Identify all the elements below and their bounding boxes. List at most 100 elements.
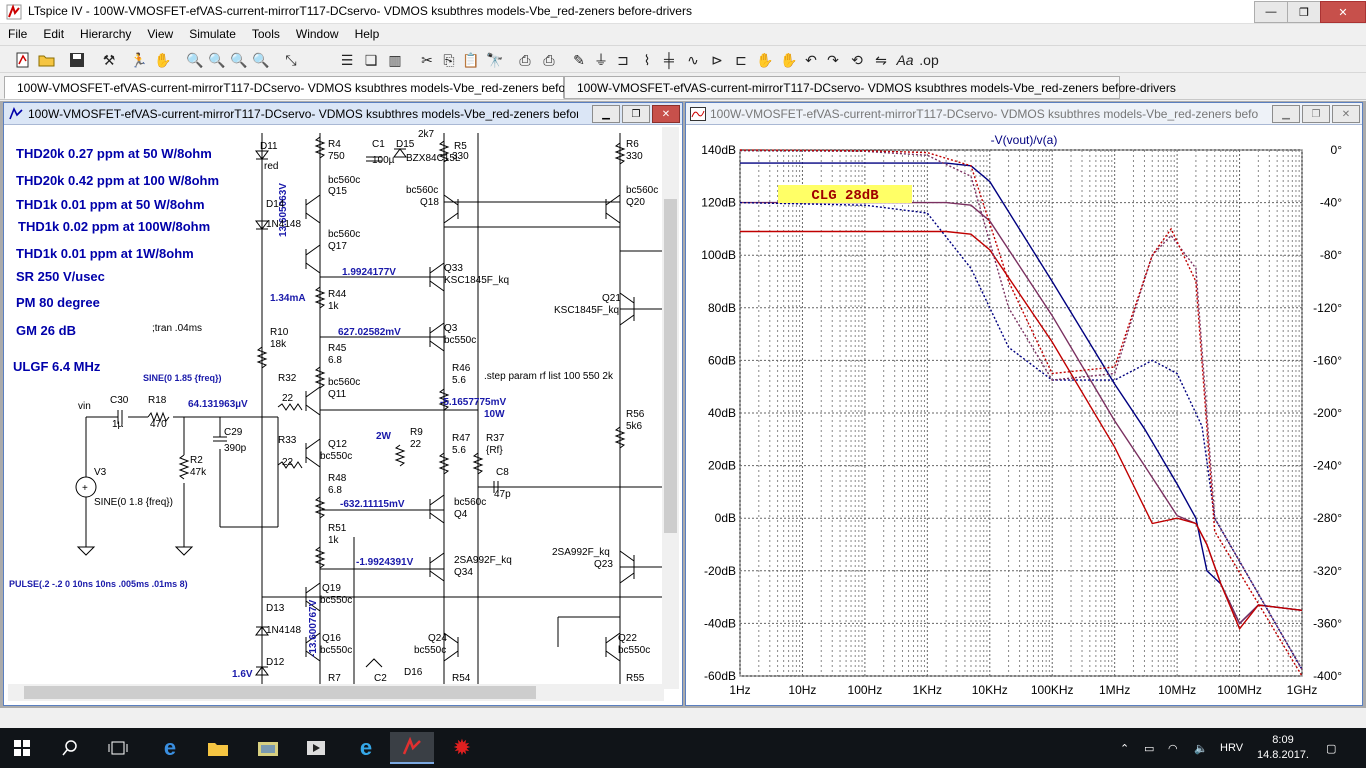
component-label[interactable]: R6 bbox=[626, 139, 639, 150]
edge-browser-icon[interactable]: e bbox=[148, 732, 192, 764]
cut-icon[interactable]: ✂ bbox=[416, 49, 438, 71]
component-label[interactable]: C8 bbox=[496, 467, 509, 478]
component-label[interactable]: R47 bbox=[452, 433, 470, 444]
component-label[interactable]: R55 bbox=[626, 673, 644, 684]
component-label[interactable]: R51 bbox=[328, 523, 346, 534]
component-label[interactable]: R54 bbox=[452, 673, 470, 684]
component-label[interactable]: D11 bbox=[260, 141, 278, 152]
component-label[interactable]: Q23 bbox=[594, 559, 613, 570]
app-taskbar-icon[interactable]: ✹ bbox=[440, 732, 484, 764]
draw-wire-icon[interactable]: ✎ bbox=[568, 49, 590, 71]
magnitude-curve[interactable] bbox=[740, 230, 1303, 631]
tile-horizontal-icon[interactable]: ☰ bbox=[336, 49, 358, 71]
minimize-button[interactable]: — bbox=[1254, 1, 1288, 23]
component-model[interactable]: bc560c bbox=[328, 229, 360, 240]
component-value[interactable]: 1N4148 bbox=[266, 625, 301, 636]
copy-icon[interactable]: ⎘ bbox=[438, 49, 460, 71]
component-label[interactable]: R45 bbox=[328, 343, 346, 354]
menu-edit[interactable]: Edit bbox=[35, 27, 72, 41]
component-label[interactable]: Q33 bbox=[444, 263, 463, 274]
note-thd1k-100w[interactable]: THD1k 0.02 ppm at 100W/8ohm bbox=[18, 219, 210, 234]
component-label[interactable]: C29 bbox=[224, 427, 242, 438]
component-icon[interactable]: ⊏ bbox=[730, 49, 752, 71]
volume-icon[interactable]: 🔈 bbox=[1194, 728, 1208, 768]
component-label[interactable]: R56 bbox=[626, 409, 644, 420]
component-model[interactable]: bc550c bbox=[320, 451, 352, 462]
component-model[interactable]: KSC1845F_kq bbox=[444, 275, 509, 286]
component-value[interactable]: {Rf} bbox=[486, 445, 503, 456]
component-label[interactable]: Q16 bbox=[322, 633, 341, 644]
component-value[interactable]: 1µ bbox=[112, 419, 123, 430]
component-label[interactable]: D15 bbox=[396, 139, 414, 150]
component-label[interactable]: C2 bbox=[374, 673, 387, 684]
note-ulgf[interactable]: ULGF 6.4 MHz bbox=[13, 359, 100, 374]
schematic-restore-button[interactable]: ❐ bbox=[622, 105, 650, 123]
network-icon[interactable]: ◠ bbox=[1168, 728, 1178, 768]
component-label[interactable]: C1 bbox=[372, 139, 385, 150]
tab-waveform[interactable]: 100W-VMOSFET-efVAS-current-mirrorT117-DC… bbox=[564, 76, 1176, 99]
menu-simulate[interactable]: Simulate bbox=[181, 27, 244, 41]
component-value[interactable]: 100µ bbox=[372, 155, 394, 166]
schematic-window-titlebar[interactable]: 100W-VMOSFET-efVAS-current-mirrorT117-DC… bbox=[4, 103, 682, 125]
component-label[interactable]: R46 bbox=[452, 363, 470, 374]
component-value[interactable]: 470 bbox=[150, 419, 167, 430]
component-value[interactable]: 330 bbox=[452, 151, 469, 162]
component-model[interactable]: bc550c bbox=[414, 645, 446, 656]
drag-hand-icon[interactable]: ✋ bbox=[778, 49, 800, 71]
show-hidden-icons-icon[interactable]: ⌃ bbox=[1120, 728, 1129, 768]
component-label[interactable]: R10 bbox=[270, 327, 288, 338]
component-label[interactable]: R9 bbox=[410, 427, 423, 438]
bode-plot[interactable]: 1Hz 10Hz 100Hz 1KHz 10KHz 100KHz 1MHz 10MHz 100M… bbox=[688, 127, 1360, 703]
schematic-minimize-button[interactable]: ▁ bbox=[592, 105, 620, 123]
battery-icon[interactable]: ▭ bbox=[1144, 728, 1154, 768]
component-value[interactable]: 6.8 bbox=[328, 355, 342, 366]
component-label[interactable]: Q22 bbox=[618, 633, 637, 644]
component-label[interactable]: R33 bbox=[278, 435, 296, 446]
note-thd1k-1w[interactable]: THD1k 0.01 ppm at 1W/8ohm bbox=[16, 246, 194, 261]
menu-tools[interactable]: Tools bbox=[244, 27, 288, 41]
component-label[interactable]: Q18 bbox=[420, 197, 439, 208]
tile-vertical-icon[interactable]: ▥ bbox=[384, 49, 406, 71]
component-label[interactable]: R7 bbox=[328, 673, 341, 684]
diode-icon[interactable]: ⊳ bbox=[706, 49, 728, 71]
component-label[interactable]: R2 bbox=[190, 455, 203, 466]
note-gain-margin[interactable]: GM 26 dB bbox=[16, 323, 76, 338]
system-clock[interactable]: 8:09 14.8.2017. bbox=[1248, 733, 1318, 763]
component-label[interactable]: D13 bbox=[266, 603, 284, 614]
component-label[interactable]: R4 bbox=[328, 139, 341, 150]
internet-explorer-icon[interactable]: e bbox=[344, 732, 388, 764]
new-schematic-icon[interactable] bbox=[12, 49, 34, 71]
component-value[interactable]: 22 bbox=[282, 457, 293, 468]
component-value[interactable]: 1k bbox=[328, 535, 339, 546]
component-value[interactable]: 47k bbox=[190, 467, 206, 478]
component-value[interactable]: 390p bbox=[224, 443, 246, 454]
chart-title[interactable]: -V(vout)/v(a) bbox=[991, 133, 1058, 147]
run-icon[interactable]: 🏃 bbox=[128, 49, 150, 71]
component-label[interactable]: Q19 bbox=[322, 583, 341, 594]
find-icon[interactable]: 🔭 bbox=[484, 49, 506, 71]
component-label[interactable]: Q12 bbox=[328, 439, 347, 450]
zoom-out-icon[interactable]: 🔍 bbox=[228, 49, 250, 71]
component-model[interactable]: bc560c bbox=[406, 185, 438, 196]
control-panel-hammer-icon[interactable]: ⚒ bbox=[98, 49, 120, 71]
component-model[interactable]: bc550c bbox=[618, 645, 650, 656]
note-slew-rate[interactable]: SR 250 V/usec bbox=[16, 269, 105, 284]
step-directive[interactable]: .step param rf list 100 550 2k bbox=[484, 371, 613, 382]
component-label[interactable]: R32 bbox=[278, 373, 296, 384]
sine-source-value[interactable]: SINE(0 1.85 {freq}) bbox=[143, 373, 222, 383]
halt-hand-icon[interactable]: ✋ bbox=[152, 49, 174, 71]
menu-view[interactable]: View bbox=[139, 27, 181, 41]
action-center-icon[interactable]: ▢ bbox=[1326, 728, 1336, 768]
component-value[interactable]: 5k6 bbox=[626, 421, 642, 432]
component-value[interactable]: 5.6 bbox=[452, 375, 466, 386]
component-model[interactable]: 2SA992F_kq bbox=[454, 555, 512, 566]
schematic-horizontal-scrollbar[interactable] bbox=[8, 684, 664, 701]
waveform-restore-button[interactable]: ❐ bbox=[1302, 105, 1330, 123]
component-label[interactable]: Q3 bbox=[444, 323, 457, 334]
task-view-icon[interactable] bbox=[96, 732, 140, 764]
component-label[interactable]: R48 bbox=[328, 473, 346, 484]
close-button[interactable]: ✕ bbox=[1320, 1, 1366, 23]
component-value[interactable]: 18k bbox=[270, 339, 286, 350]
note-thd20k-100w[interactable]: THD20k 0.42 ppm at 100 W/8ohm bbox=[16, 173, 219, 188]
rotate-icon[interactable]: ⟲ bbox=[846, 49, 868, 71]
